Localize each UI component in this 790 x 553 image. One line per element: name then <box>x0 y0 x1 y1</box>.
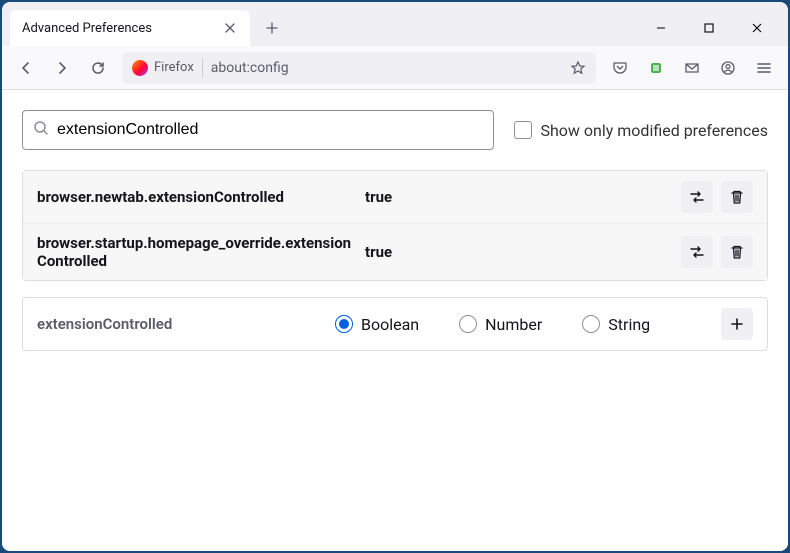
minimize-button[interactable] <box>638 12 684 44</box>
show-modified-label: Show only modified preferences <box>540 121 768 140</box>
add-pref-row: extensionControlled Boolean Number Strin… <box>22 297 768 351</box>
window-controls <box>638 12 780 44</box>
firefox-logo-icon <box>132 60 148 76</box>
radio-string[interactable]: String <box>582 315 650 334</box>
radio-label: String <box>608 315 650 334</box>
checkbox-icon <box>514 121 532 139</box>
toggle-button[interactable] <box>681 181 713 213</box>
radio-icon <box>335 315 353 333</box>
pref-row[interactable]: browser.startup.homepage_override.extens… <box>23 224 767 280</box>
tab-bar: Advanced Preferences <box>2 2 788 46</box>
radio-label: Number <box>485 315 542 334</box>
radio-boolean[interactable]: Boolean <box>335 315 419 334</box>
pref-search-input[interactable] <box>57 121 483 139</box>
pref-name: browser.startup.homepage_override.extens… <box>37 234 357 270</box>
preference-list: browser.newtab.extensionControlled true … <box>22 170 768 281</box>
back-button[interactable] <box>10 52 42 84</box>
add-pref-name: extensionControlled <box>37 315 327 333</box>
account-icon[interactable] <box>712 52 744 84</box>
toolbar: Firefox about:config <box>2 46 788 90</box>
pref-name: browser.newtab.extensionControlled <box>37 188 357 206</box>
pref-search-box[interactable] <box>22 110 494 150</box>
url-text: about:config <box>211 60 560 76</box>
pocket-icon[interactable] <box>604 52 636 84</box>
browser-tab[interactable]: Advanced Preferences <box>10 10 250 46</box>
browser-window: Advanced Preferences <box>2 2 788 551</box>
page-content: Show only modified preferences browser.n… <box>2 90 788 551</box>
close-tab-icon[interactable] <box>222 20 238 36</box>
forward-button[interactable] <box>46 52 78 84</box>
identity-label: Firefox <box>154 60 194 75</box>
maximize-button[interactable] <box>686 12 732 44</box>
bookmark-star-icon[interactable] <box>568 58 588 78</box>
address-bar[interactable]: Firefox about:config <box>122 52 596 84</box>
delete-button[interactable] <box>721 236 753 268</box>
add-button[interactable] <box>721 308 753 340</box>
pref-row[interactable]: browser.newtab.extensionControlled true <box>23 171 767 224</box>
new-tab-button[interactable] <box>258 14 286 42</box>
radio-icon <box>459 315 477 333</box>
search-row: Show only modified preferences <box>22 110 768 150</box>
mail-icon[interactable] <box>676 52 708 84</box>
tab-title: Advanced Preferences <box>22 21 152 36</box>
pref-value: true <box>365 243 673 261</box>
radio-label: Boolean <box>361 315 419 334</box>
delete-button[interactable] <box>721 181 753 213</box>
toggle-button[interactable] <box>681 236 713 268</box>
show-modified-checkbox[interactable]: Show only modified preferences <box>514 121 768 140</box>
search-icon <box>33 120 49 140</box>
type-radio-group: Boolean Number String <box>335 315 713 334</box>
radio-icon <box>582 315 600 333</box>
reload-button[interactable] <box>82 52 114 84</box>
radio-number[interactable]: Number <box>459 315 542 334</box>
menu-icon[interactable] <box>748 52 780 84</box>
pref-actions <box>681 236 753 268</box>
close-window-button[interactable] <box>734 12 780 44</box>
extension-icon[interactable] <box>640 52 672 84</box>
pref-value: true <box>365 188 673 206</box>
pref-actions <box>681 181 753 213</box>
site-identity[interactable]: Firefox <box>130 58 203 78</box>
